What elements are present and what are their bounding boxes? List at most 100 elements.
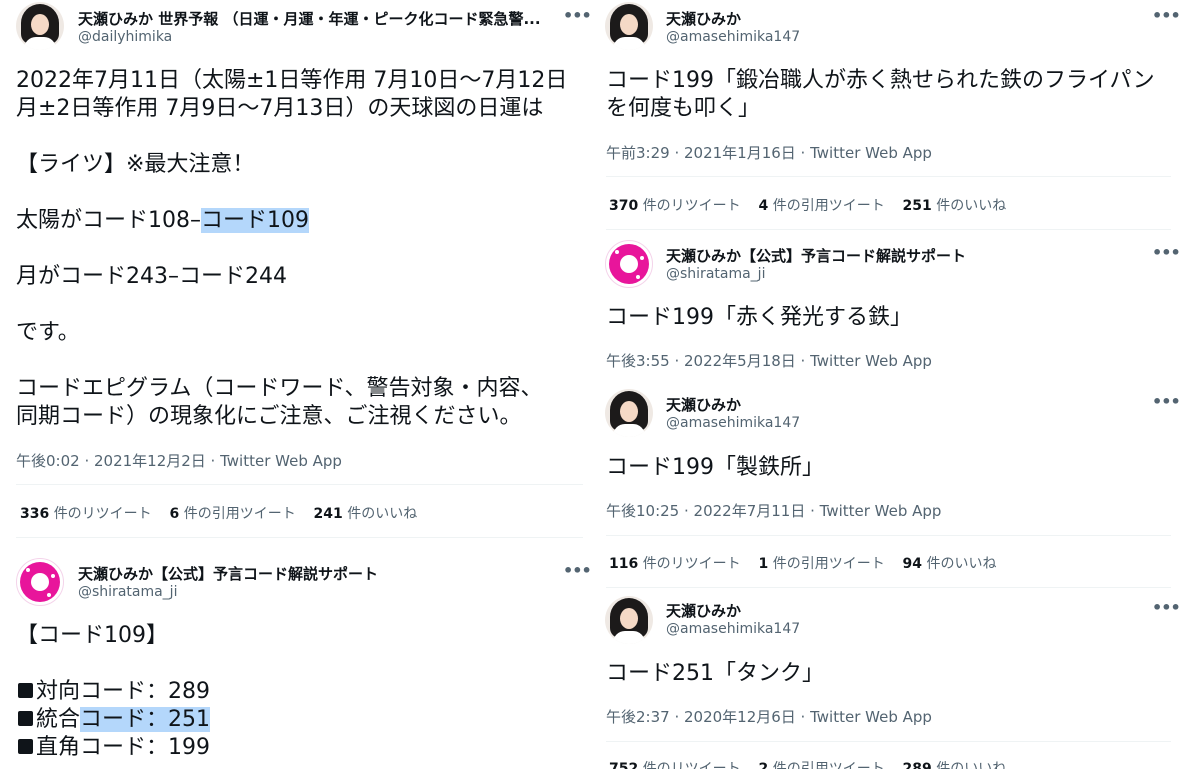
quote-label: 件の引用ツイート bbox=[772, 556, 885, 572]
quote-count[interactable]: 1 件の引用ツイート bbox=[759, 556, 885, 572]
more-options-icon[interactable]: ••• bbox=[1152, 392, 1181, 411]
author-name[interactable]: 天瀬ひみか【公式】予言コード解説サポート bbox=[666, 245, 966, 266]
tweet-timestamp[interactable]: 午後0:02 · 2021年12月2日 · Twitter Web App bbox=[16, 450, 342, 471]
divider bbox=[606, 741, 1171, 742]
black-square-icon bbox=[18, 739, 33, 754]
tweet-text-line: 直角コード：199 bbox=[16, 734, 210, 762]
black-square-icon bbox=[18, 683, 33, 698]
like-number: 289 bbox=[902, 761, 932, 769]
retweet-number: 336 bbox=[20, 506, 50, 522]
retweet-count[interactable]: 752 件のリツイート bbox=[609, 761, 741, 769]
tweet-text-line: 対向コード：289 bbox=[16, 678, 210, 706]
avatar-photo-icon[interactable] bbox=[605, 389, 653, 437]
tweet-timestamp[interactable]: 午後2:37 · 2020年12月6日 · Twitter Web App bbox=[606, 706, 932, 727]
divider bbox=[606, 229, 1171, 230]
tweet-text-line: 月がコード243–コード244 bbox=[16, 264, 287, 289]
quote-label: 件の引用ツイート bbox=[183, 506, 296, 522]
like-count[interactable]: 289 件のいいね bbox=[903, 761, 1007, 769]
author-handle[interactable]: @amasehimika147 bbox=[666, 415, 800, 431]
quote-label: 件の引用ツイート bbox=[772, 761, 885, 769]
avatar-photo-icon[interactable] bbox=[605, 596, 653, 644]
right-column: 天瀬ひみか @amasehimika147 ••• コード199「鍛冶職人が赤く… bbox=[590, 0, 1182, 769]
text-segment: 対向コード：289 bbox=[36, 679, 210, 704]
quote-number: 4 bbox=[758, 198, 769, 214]
quote-number: 2 bbox=[758, 761, 769, 769]
tweet-text-line: 太陽がコード108–コード109 bbox=[16, 207, 309, 235]
author-handle[interactable]: @amasehimika147 bbox=[666, 29, 800, 45]
text-segment: 直角コード：199 bbox=[36, 735, 210, 760]
like-number: 94 bbox=[902, 556, 922, 572]
text-segment: 太陽がコード108– bbox=[16, 208, 201, 233]
tweet-text-line: 【コード109】 bbox=[16, 623, 168, 648]
text-segment: 統合 bbox=[36, 707, 81, 732]
like-label: 件のいいね bbox=[936, 761, 1007, 769]
divider bbox=[16, 484, 583, 485]
like-count[interactable]: 251 件のいいね bbox=[903, 198, 1007, 214]
tweet-timestamp[interactable]: 午後10:25 · 2022年7月11日 · Twitter Web App bbox=[606, 500, 941, 521]
more-options-icon[interactable]: ••• bbox=[563, 561, 590, 580]
tweet-stats: 336 件のリツイート 6 件の引用ツイート 241 件のいいね bbox=[20, 503, 417, 523]
like-number: 241 bbox=[313, 506, 343, 522]
tweet-text-line: コード199「製鉄所」 bbox=[606, 455, 824, 480]
divider bbox=[16, 537, 583, 538]
tweet-timestamp[interactable]: 午前3:29 · 2021年1月16日 · Twitter Web App bbox=[606, 142, 932, 163]
tweet-text-line: 同期コード）の現象化にご注意、ご注視ください。 bbox=[16, 404, 522, 429]
quote-count[interactable]: 4 件の引用ツイート bbox=[759, 198, 885, 214]
retweet-label: 件のリツイート bbox=[53, 506, 152, 522]
tweet-text-line: コードエピグラム（コードワード、警告対象・内容、 bbox=[16, 376, 543, 401]
author-handle[interactable]: @amasehimika147 bbox=[666, 621, 800, 637]
author-handle[interactable]: @dailyhimika bbox=[78, 29, 172, 45]
author-name[interactable]: 天瀬ひみか bbox=[666, 8, 741, 29]
quote-label: 件の引用ツイート bbox=[772, 198, 885, 214]
author-name[interactable]: 天瀬ひみか【公式】予言コード解説サポート bbox=[78, 563, 378, 584]
quote-number: 1 bbox=[758, 556, 769, 572]
author-handle[interactable]: @shiratama_ji bbox=[78, 584, 177, 600]
tweet-text-line: 【ライツ】※最大注意！ bbox=[16, 152, 255, 177]
tweet-timestamp[interactable]: 午後3:55 · 2022年5月18日 · Twitter Web App bbox=[606, 350, 932, 371]
quote-number: 6 bbox=[169, 506, 180, 522]
divider bbox=[606, 587, 1171, 588]
retweet-number: 370 bbox=[609, 198, 639, 214]
quote-count[interactable]: 2 件の引用ツイート bbox=[759, 761, 885, 769]
retweet-number: 752 bbox=[609, 761, 639, 769]
retweet-number: 116 bbox=[609, 556, 639, 572]
divider bbox=[606, 176, 1171, 177]
like-count[interactable]: 94 件のいいね bbox=[903, 556, 997, 572]
author-name[interactable]: 天瀬ひみか bbox=[666, 394, 741, 415]
tweet-text-line: コード251「タンク」 bbox=[606, 661, 824, 686]
avatar-photo-icon[interactable] bbox=[605, 2, 653, 50]
author-name[interactable]: 天瀬ひみか 世界予報 （日運・月運・年運・ピーク化コード緊急警... bbox=[78, 8, 548, 29]
highlighted-text: コード109 bbox=[201, 208, 309, 233]
retweet-label: 件のリツイート bbox=[642, 556, 741, 572]
like-label: 件のいいね bbox=[926, 556, 997, 572]
retweet-count[interactable]: 370 件のリツイート bbox=[609, 198, 741, 214]
retweet-count[interactable]: 116 件のリツイート bbox=[609, 556, 741, 572]
more-options-icon[interactable]: ••• bbox=[563, 6, 590, 25]
more-options-icon[interactable]: ••• bbox=[1152, 243, 1181, 262]
like-count[interactable]: 241 件のいいね bbox=[314, 506, 418, 522]
retweet-label: 件のリツイート bbox=[642, 761, 741, 769]
tweet-text-line: です。 bbox=[16, 320, 80, 345]
like-label: 件のいいね bbox=[347, 506, 418, 522]
tweet-text-line: を何度も叩く」 bbox=[606, 96, 761, 121]
divider bbox=[606, 535, 1171, 536]
like-number: 251 bbox=[902, 198, 932, 214]
quote-count[interactable]: 6 件の引用ツイート bbox=[170, 506, 296, 522]
tweet-text-line: 月±2日等作用 7月9日〜7月13日）の天球図の日運は bbox=[16, 96, 544, 121]
tweet-stats: 370 件のリツイート 4 件の引用ツイート 251 件のいいね bbox=[609, 195, 1006, 215]
avatar-photo-icon[interactable] bbox=[16, 2, 64, 50]
black-square-icon bbox=[18, 711, 33, 726]
tweet-stats: 752 件のリツイート 2 件の引用ツイート 289 件のいいね bbox=[609, 758, 1006, 769]
retweet-count[interactable]: 336 件のリツイート bbox=[20, 506, 152, 522]
author-name[interactable]: 天瀬ひみか bbox=[666, 600, 741, 621]
retweet-label: 件のリツイート bbox=[642, 198, 741, 214]
tweet-text-line: コード199「鍛冶職人が赤く熱せられた鉄のフライパン bbox=[606, 68, 1155, 93]
pink-logo-icon[interactable] bbox=[16, 558, 64, 606]
more-options-icon[interactable]: ••• bbox=[1152, 6, 1181, 25]
pink-logo-icon[interactable] bbox=[605, 240, 653, 288]
highlighted-text: コード：251 bbox=[80, 707, 211, 732]
more-options-icon[interactable]: ••• bbox=[1152, 598, 1181, 617]
author-handle[interactable]: @shiratama_ji bbox=[666, 266, 765, 282]
tweet-stats: 116 件のリツイート 1 件の引用ツイート 94 件のいいね bbox=[609, 553, 996, 573]
like-label: 件のいいね bbox=[936, 198, 1007, 214]
